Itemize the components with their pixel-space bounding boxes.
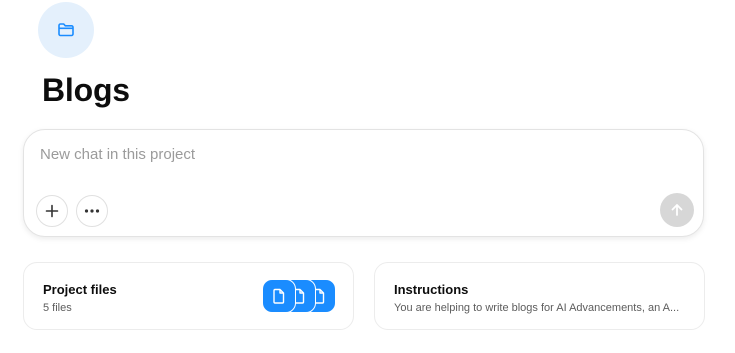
project-icon-badge [38,2,94,58]
send-button[interactable] [660,193,694,227]
file-icon-stack [262,279,336,313]
folder-icon [58,23,74,37]
more-horizontal-icon [84,209,100,213]
instructions-title: Instructions [394,282,469,297]
instructions-preview: You are helping to write blogs for AI Ad… [394,302,680,314]
plus-icon [45,204,59,218]
add-attachment-button[interactable] [36,195,68,227]
file-chip [262,279,296,313]
project-files-count: 5 files [43,302,72,314]
more-options-button[interactable] [76,195,108,227]
page-title: Blogs [42,72,130,108]
chat-composer [23,129,704,237]
arrow-up-icon [671,204,683,216]
project-files-card[interactable]: Project files 5 files [23,262,354,330]
project-page: Blogs Project files 5 files [0,0,735,353]
file-icon [273,288,285,304]
project-files-title: Project files [43,282,117,297]
instructions-card[interactable]: Instructions You are helping to write bl… [374,262,705,330]
new-chat-input[interactable] [40,143,660,165]
